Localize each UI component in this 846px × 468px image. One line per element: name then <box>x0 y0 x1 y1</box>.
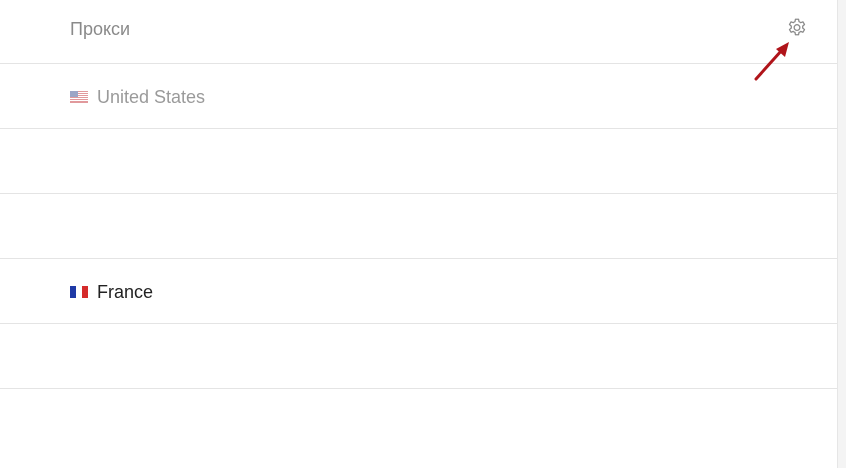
us-flag-icon <box>70 91 88 103</box>
proxy-row-empty[interactable] <box>0 194 837 259</box>
proxy-country-label: France <box>97 282 154 302</box>
gear-icon <box>788 18 806 36</box>
proxy-row-empty[interactable] <box>0 324 837 389</box>
proxy-header: Прокси <box>0 0 837 64</box>
scrollbar-track[interactable] <box>838 0 846 468</box>
proxy-row-france[interactable]: France <box>0 259 837 324</box>
proxy-row-united-states[interactable]: United States <box>0 64 837 129</box>
proxy-row-empty[interactable] <box>0 129 837 194</box>
fr-flag-icon <box>70 286 88 298</box>
proxy-country-label: United States <box>97 87 206 107</box>
settings-button[interactable] <box>786 17 808 39</box>
proxy-panel: Прокси United States France <box>0 0 838 468</box>
page-title: Прокси <box>70 19 131 39</box>
